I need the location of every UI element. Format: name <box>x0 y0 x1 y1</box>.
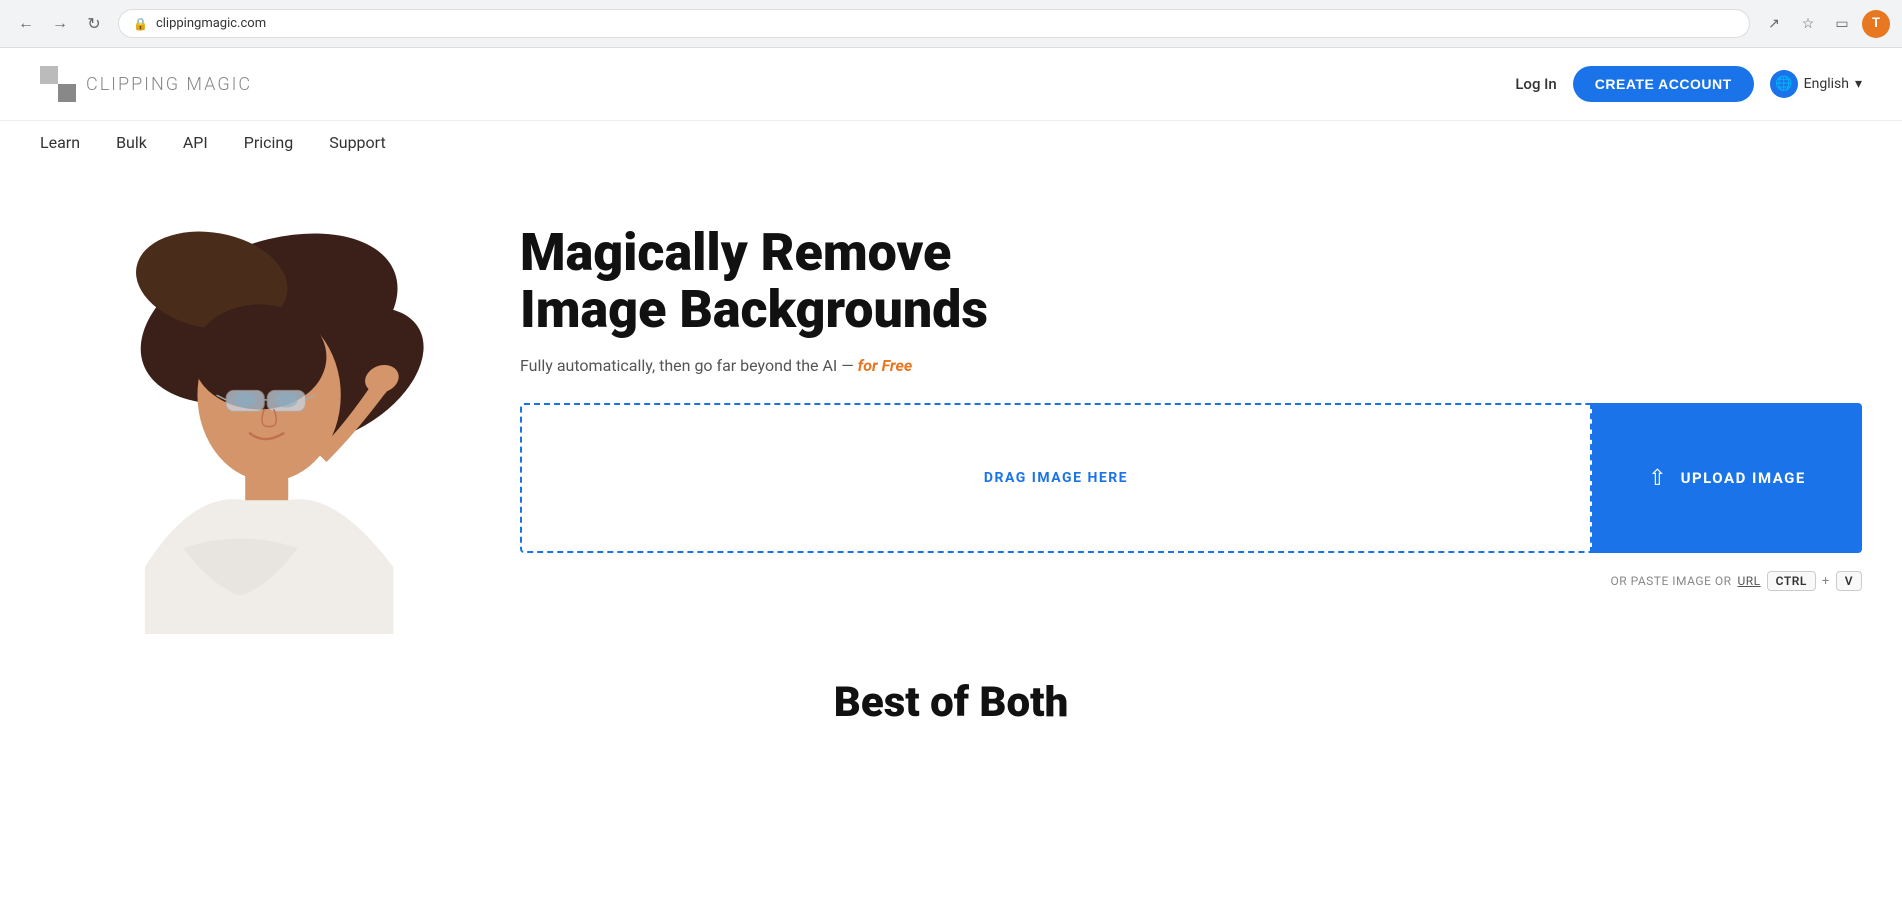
bookmark-button[interactable]: ☆ <box>1794 10 1822 38</box>
upload-button-zone[interactable]: ⇧ UPLOAD IMAGE <box>1592 403 1862 553</box>
nav-item-api[interactable]: API <box>183 133 208 152</box>
url-text: clippingmagic.com <box>156 16 266 31</box>
upload-arrow-icon: ⇧ <box>1648 466 1666 491</box>
hero-heading: Magically Remove Image Backgrounds <box>520 224 1862 338</box>
forward-button[interactable]: → <box>46 10 74 38</box>
hero-text-area: Magically Remove Image Backgrounds Fully… <box>520 204 1862 591</box>
back-button[interactable]: ← <box>12 10 40 38</box>
language-label: English <box>1804 76 1849 92</box>
logo-light: MAGIC <box>180 74 252 95</box>
heading-line2: Image Backgrounds <box>520 279 988 340</box>
main-content: Magically Remove Image Backgrounds Fully… <box>0 164 1902 638</box>
create-account-button[interactable]: CREATE ACCOUNT <box>1573 66 1754 102</box>
lock-icon: 🔒 <box>133 17 148 31</box>
site-nav: Learn Bulk API Pricing Support <box>0 121 1902 164</box>
language-selector[interactable]: 🌐 English ▾ <box>1770 70 1862 98</box>
header-right: Log In CREATE ACCOUNT 🌐 English ▾ <box>1515 66 1862 102</box>
subtext-before: Fully automatically, then go far beyond … <box>520 356 858 375</box>
heading-line1: Magically Remove <box>520 222 951 283</box>
browser-chrome: ← → ↻ 🔒 clippingmagic.com ↗ ☆ ▭ T <box>0 0 1902 48</box>
browser-actions: ↗ ☆ ▭ T <box>1760 10 1890 38</box>
upload-button-label: UPLOAD IMAGE <box>1681 469 1806 487</box>
nav-item-learn[interactable]: Learn <box>40 133 80 152</box>
drag-drop-label: DRAG IMAGE HERE <box>984 470 1128 486</box>
site-header: CLIPPING MAGIC Log In CREATE ACCOUNT 🌐 E… <box>0 48 1902 121</box>
paste-hint: OR PASTE IMAGE OR URL CTRL + V <box>520 571 1862 591</box>
logo[interactable]: CLIPPING MAGIC <box>40 66 252 102</box>
logo-text: CLIPPING MAGIC <box>86 74 252 95</box>
chevron-down-icon: ▾ <box>1855 76 1862 92</box>
logo-icon <box>40 66 76 102</box>
subtext-free: for Free <box>858 356 913 375</box>
reload-button[interactable]: ↻ <box>80 10 108 38</box>
globe-icon: 🌐 <box>1770 70 1798 98</box>
hero-image-area <box>40 204 460 638</box>
ctrl-key-badge: CTRL <box>1767 571 1816 591</box>
paste-before-text: OR PASTE IMAGE OR <box>1610 574 1731 588</box>
logo-square-dark <box>58 84 76 102</box>
hero-subtext: Fully automatically, then go far beyond … <box>520 356 1862 375</box>
share-button[interactable]: ↗ <box>1760 10 1788 38</box>
login-link[interactable]: Log In <box>1515 75 1556 93</box>
paste-url-link[interactable]: URL <box>1738 574 1761 588</box>
bottom-heading-text: Best of Both <box>834 678 1069 727</box>
nav-item-bulk[interactable]: Bulk <box>116 133 147 152</box>
address-bar[interactable]: 🔒 clippingmagic.com <box>118 9 1750 38</box>
v-key-badge: V <box>1836 571 1862 591</box>
nav-item-support[interactable]: Support <box>329 133 385 152</box>
website: CLIPPING MAGIC Log In CREATE ACCOUNT 🌐 E… <box>0 48 1902 908</box>
logo-square-light <box>40 66 58 84</box>
user-avatar[interactable]: T <box>1862 10 1890 38</box>
plus-sign: + <box>1822 574 1830 589</box>
nav-item-pricing[interactable]: Pricing <box>244 133 294 152</box>
upload-area: DRAG IMAGE HERE ⇧ UPLOAD IMAGE <box>520 403 1862 553</box>
drag-drop-zone[interactable]: DRAG IMAGE HERE <box>520 403 1592 553</box>
best-of-both-heading: Best of Both <box>0 638 1902 737</box>
logo-bold: CLIPPING <box>86 74 180 95</box>
nav-buttons: ← → ↻ <box>12 10 108 38</box>
split-view-button[interactable]: ▭ <box>1828 10 1856 38</box>
hero-image <box>40 204 460 634</box>
